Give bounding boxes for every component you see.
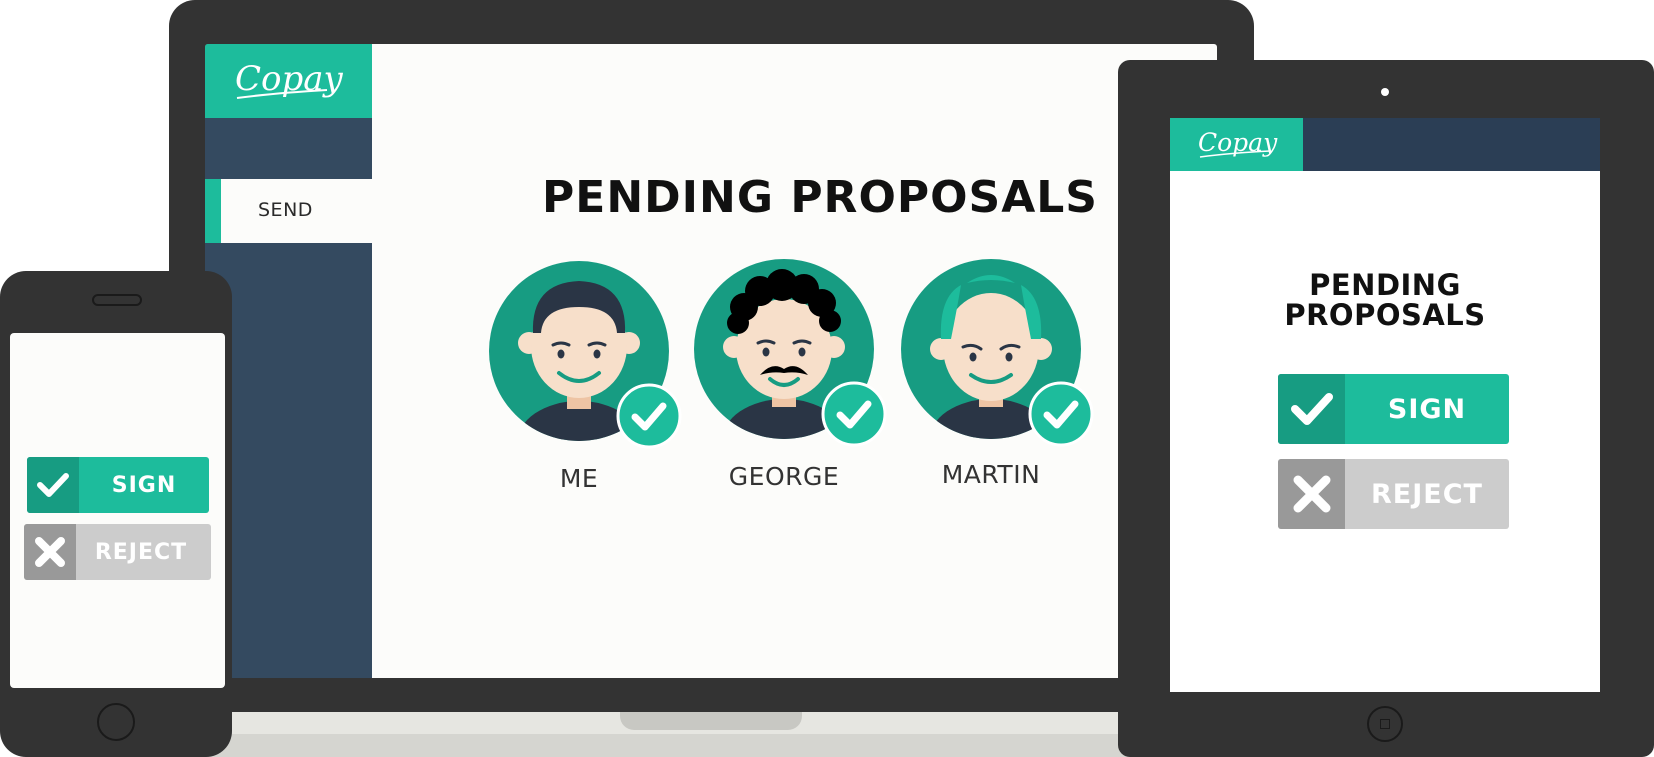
sign-button[interactable]: SIGN: [1278, 374, 1509, 444]
copay-logo[interactable]: Copay: [1170, 118, 1303, 171]
copay-logo-mark: Copay: [1198, 128, 1278, 158]
check-icon: [27, 457, 79, 513]
check-badge-icon: [616, 383, 682, 449]
reject-button-label: REJECT: [1371, 478, 1483, 510]
copay-logo-mark: Copay: [235, 59, 344, 99]
check-icon: [1278, 374, 1345, 444]
laptop-screen: Copay SEND PENDING PROPOSALS ME GEORGE M…: [205, 44, 1217, 678]
phone-screen: SIGN REJECT: [10, 333, 225, 688]
page-title-line2: PROPOSALS: [1284, 298, 1486, 332]
phone-frame: SIGN REJECT: [0, 271, 232, 757]
sign-button[interactable]: SIGN: [27, 457, 209, 513]
page-title: PENDING PROPOSALS: [542, 172, 1098, 223]
tablet-frame: Copay PENDING PROPOSALS SIGN REJECT: [1118, 60, 1654, 757]
tablet-camera: [1381, 88, 1389, 96]
x-icon: [1278, 459, 1345, 529]
laptop-notch: [620, 712, 802, 730]
avatar-short-hair-icon: [489, 261, 682, 449]
cosigner-martin: MARTIN: [901, 259, 1101, 489]
reject-button-label: REJECT: [94, 539, 188, 565]
sign-button-label: SIGN: [111, 472, 177, 498]
phone-speaker: [92, 294, 142, 306]
cosigner-name: ME: [559, 464, 599, 493]
avatar-curly-hair-mustache-icon: [694, 259, 887, 447]
reject-button[interactable]: REJECT: [1278, 459, 1509, 529]
page-title-line1: PENDING: [1309, 268, 1461, 302]
copay-logo[interactable]: Copay: [205, 44, 372, 118]
avatar-balding-icon: [901, 259, 1094, 447]
x-icon: [24, 524, 76, 580]
tablet-home-button[interactable]: [1367, 706, 1403, 742]
phone-home-button[interactable]: [97, 703, 135, 741]
reject-button[interactable]: REJECT: [24, 524, 211, 580]
cosigner-me: ME: [489, 261, 689, 493]
home-square-icon: [1380, 719, 1390, 729]
cosigner-george: GEORGE: [694, 259, 894, 491]
page-title: PENDING PROPOSALS: [1170, 270, 1600, 330]
cosigner-name: GEORGE: [728, 462, 840, 491]
sign-button-label: SIGN: [1387, 393, 1467, 425]
check-badge-icon: [821, 381, 887, 447]
cosigner-name: MARTIN: [941, 460, 1041, 489]
tablet-screen: Copay PENDING PROPOSALS SIGN REJECT: [1170, 118, 1600, 692]
check-badge-icon: [1028, 381, 1094, 447]
